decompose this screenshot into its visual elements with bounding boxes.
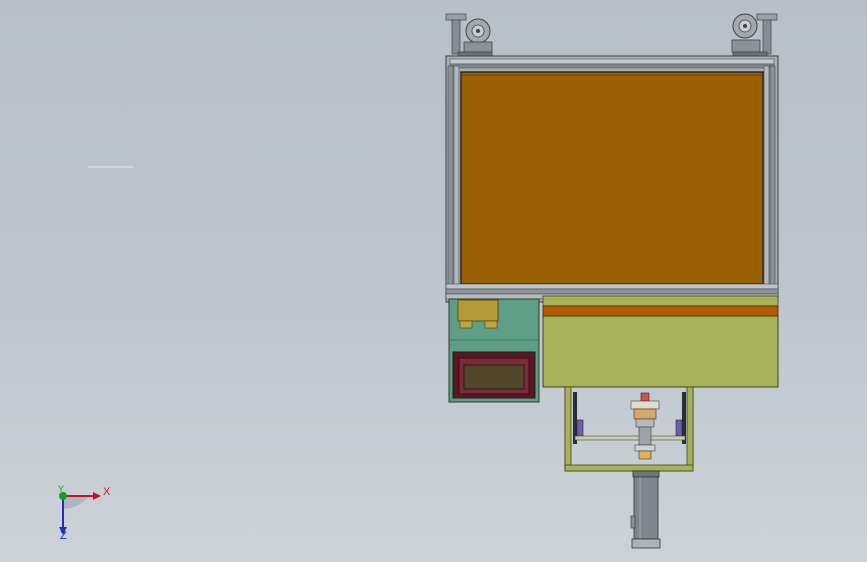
lower-frame-left bbox=[564, 386, 572, 472]
slider-right bbox=[675, 419, 683, 437]
cylinder-end-cap bbox=[631, 538, 661, 549]
cylinder-port bbox=[630, 515, 636, 529]
lower-mechanism bbox=[564, 386, 694, 472]
slider-left bbox=[576, 419, 584, 437]
frame-right-post-outer bbox=[769, 65, 776, 291]
right-foot-stem bbox=[762, 19, 772, 55]
display-screen[interactable] bbox=[463, 364, 525, 390]
orange-panel bbox=[460, 71, 764, 285]
frame-bottom-rail-2 bbox=[445, 288, 779, 295]
cad-viewport[interactable]: X Y Z bbox=[0, 0, 867, 562]
lower-frame-outline bbox=[564, 386, 694, 472]
frame-left-post-outer bbox=[447, 65, 454, 291]
right-caster-bracket bbox=[731, 39, 761, 53]
caster-wheel-icon bbox=[465, 18, 491, 44]
base-body bbox=[542, 295, 779, 388]
base-top-strip bbox=[542, 295, 779, 307]
connector-plug-left bbox=[459, 320, 473, 329]
spindle-collar bbox=[635, 418, 655, 428]
air-cylinder bbox=[630, 470, 661, 549]
spindle-body bbox=[633, 408, 657, 420]
left-caster-bracket bbox=[463, 41, 493, 53]
spindle-tip bbox=[638, 450, 652, 460]
z-axis-label: Z bbox=[60, 530, 67, 542]
frame-top-rail bbox=[449, 58, 775, 65]
frame-right-post-inner bbox=[763, 65, 770, 291]
caster-wheel-icon bbox=[732, 13, 758, 39]
orange-strip bbox=[542, 305, 779, 317]
spindle-nut bbox=[634, 444, 656, 452]
spindle-cap bbox=[640, 392, 650, 402]
frame-bottom-rail bbox=[445, 283, 779, 290]
connector-plug-right bbox=[484, 320, 498, 329]
machine-model[interactable] bbox=[0, 0, 867, 562]
cross-bar bbox=[574, 435, 686, 441]
right-foot-pad bbox=[756, 13, 778, 21]
connector-block bbox=[457, 299, 499, 322]
cylinder-mount bbox=[632, 470, 660, 478]
spindle-shaft bbox=[638, 426, 652, 446]
x-axis-label: X bbox=[103, 486, 111, 498]
spindle-head bbox=[630, 400, 660, 410]
axis-triad-icon bbox=[59, 492, 101, 535]
cylinder-barrel bbox=[633, 476, 659, 540]
x-axis-head bbox=[93, 492, 101, 500]
lower-frame-bottom bbox=[564, 464, 694, 472]
frame-top-rail-lower bbox=[449, 63, 775, 69]
lower-frame-right bbox=[686, 386, 694, 472]
frame-left-post-inner bbox=[453, 65, 460, 291]
left-caster-assembly bbox=[445, 13, 493, 58]
base-green-block bbox=[542, 315, 779, 388]
left-foot-pad bbox=[445, 13, 467, 21]
main-frame bbox=[445, 55, 779, 303]
left-foot-stem bbox=[451, 19, 461, 55]
control-box bbox=[448, 298, 540, 403]
right-caster-assembly bbox=[731, 13, 778, 58]
y-axis-label: Y bbox=[58, 484, 65, 494]
